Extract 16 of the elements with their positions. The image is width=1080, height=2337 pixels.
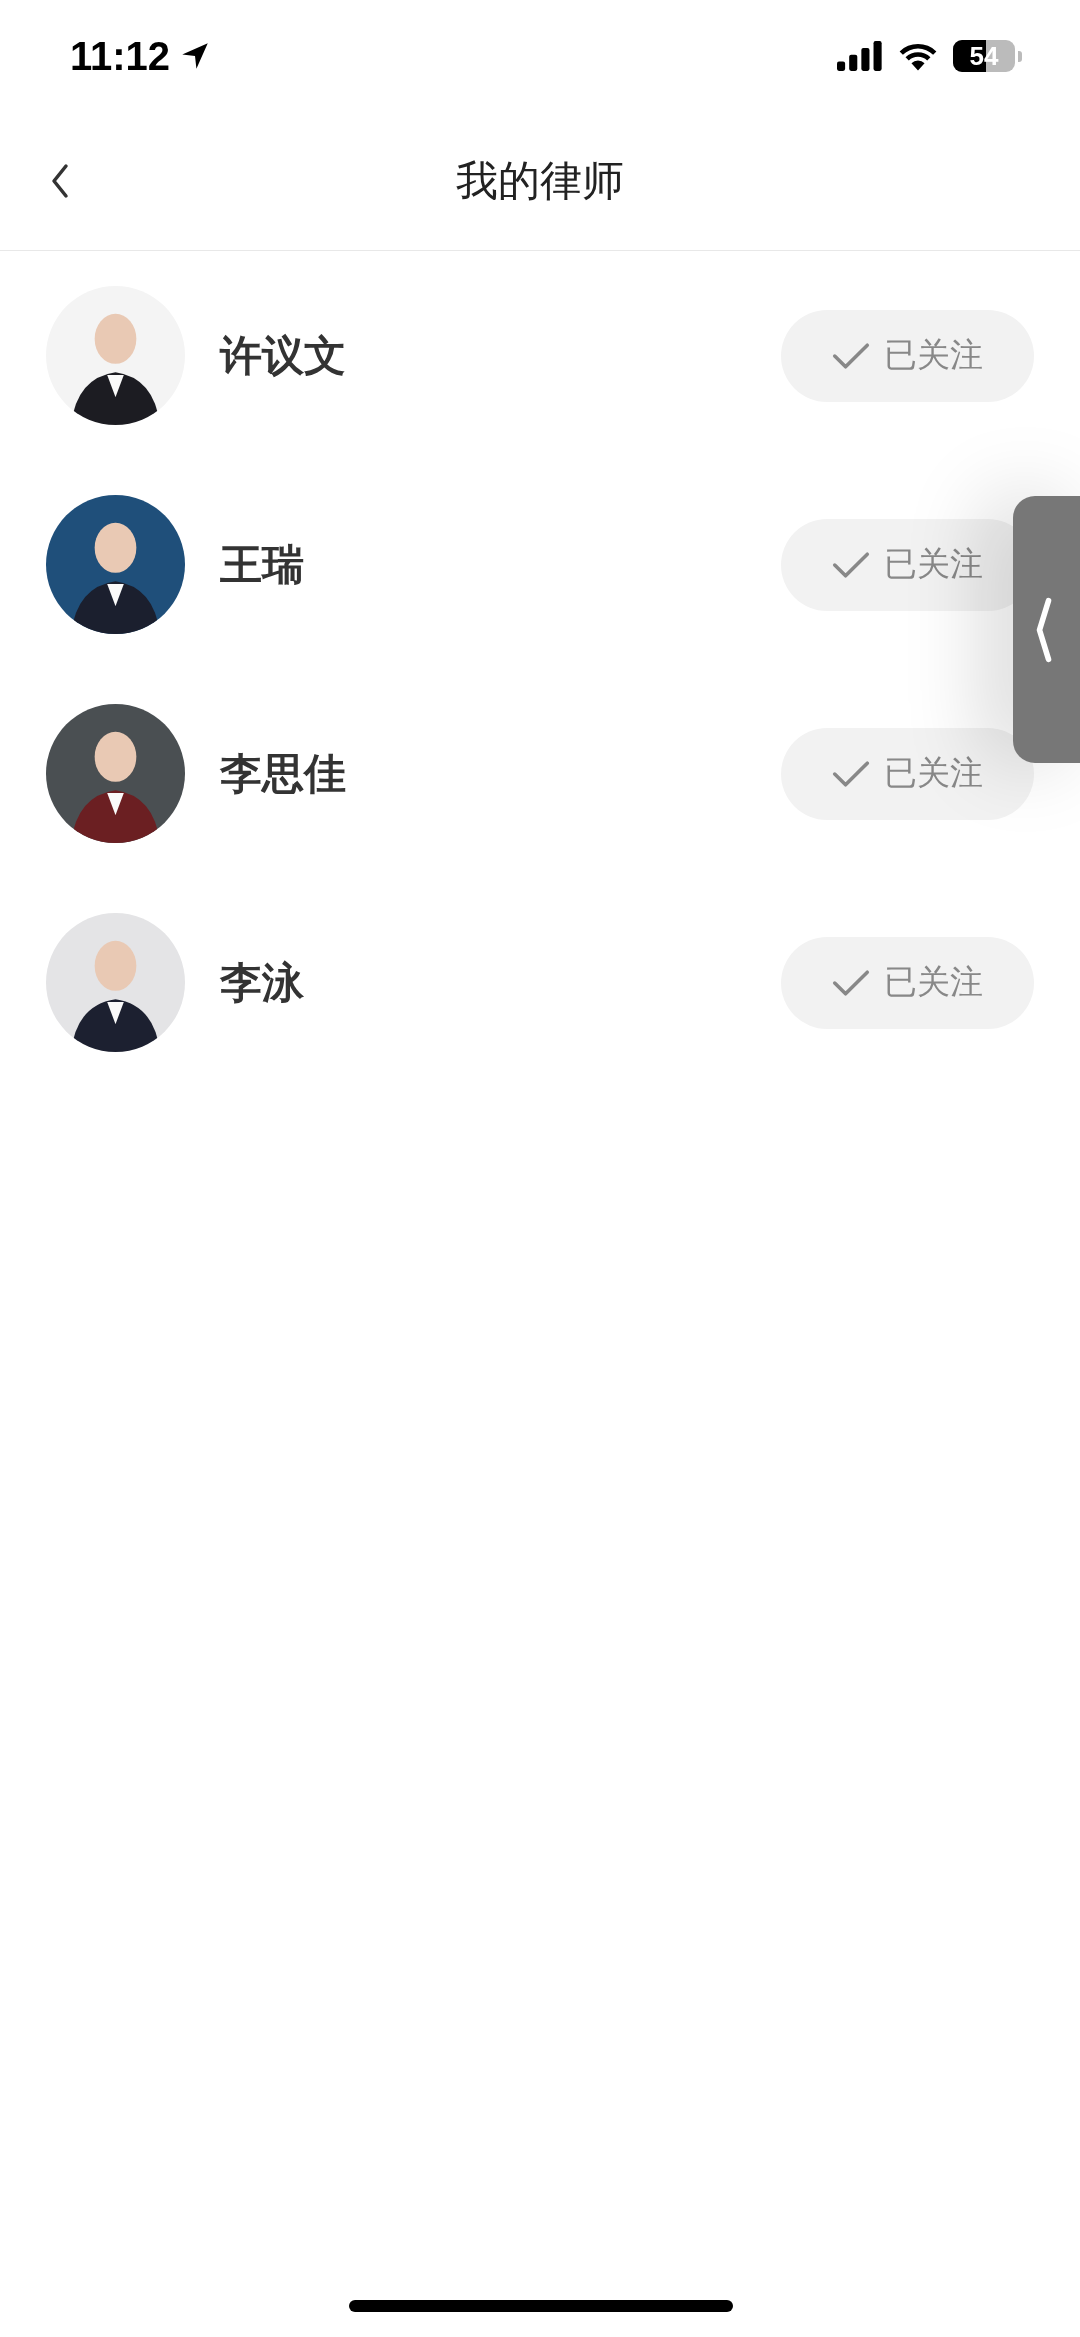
follow-button[interactable]: 已关注 — [781, 309, 1034, 402]
follow-button[interactable]: 已关注 — [781, 727, 1034, 820]
page-title: 我的律师 — [456, 155, 624, 207]
lawyer-name: 许议文 — [220, 329, 347, 382]
lawyer-name: 李泳 — [220, 956, 305, 1009]
back-icon — [50, 163, 70, 199]
check-icon — [832, 759, 870, 788]
status-time: 11:12 — [70, 33, 171, 79]
signal-icon — [837, 41, 883, 71]
lawyer-name: 李思佳 — [220, 747, 347, 800]
check-icon — [832, 550, 870, 579]
follow-button[interactable]: 已关注 — [781, 936, 1034, 1029]
check-icon — [832, 968, 870, 997]
check-icon — [832, 341, 870, 370]
side-menu[interactable] — [1013, 496, 1080, 763]
lawyer-name: 王瑞 — [220, 538, 305, 591]
